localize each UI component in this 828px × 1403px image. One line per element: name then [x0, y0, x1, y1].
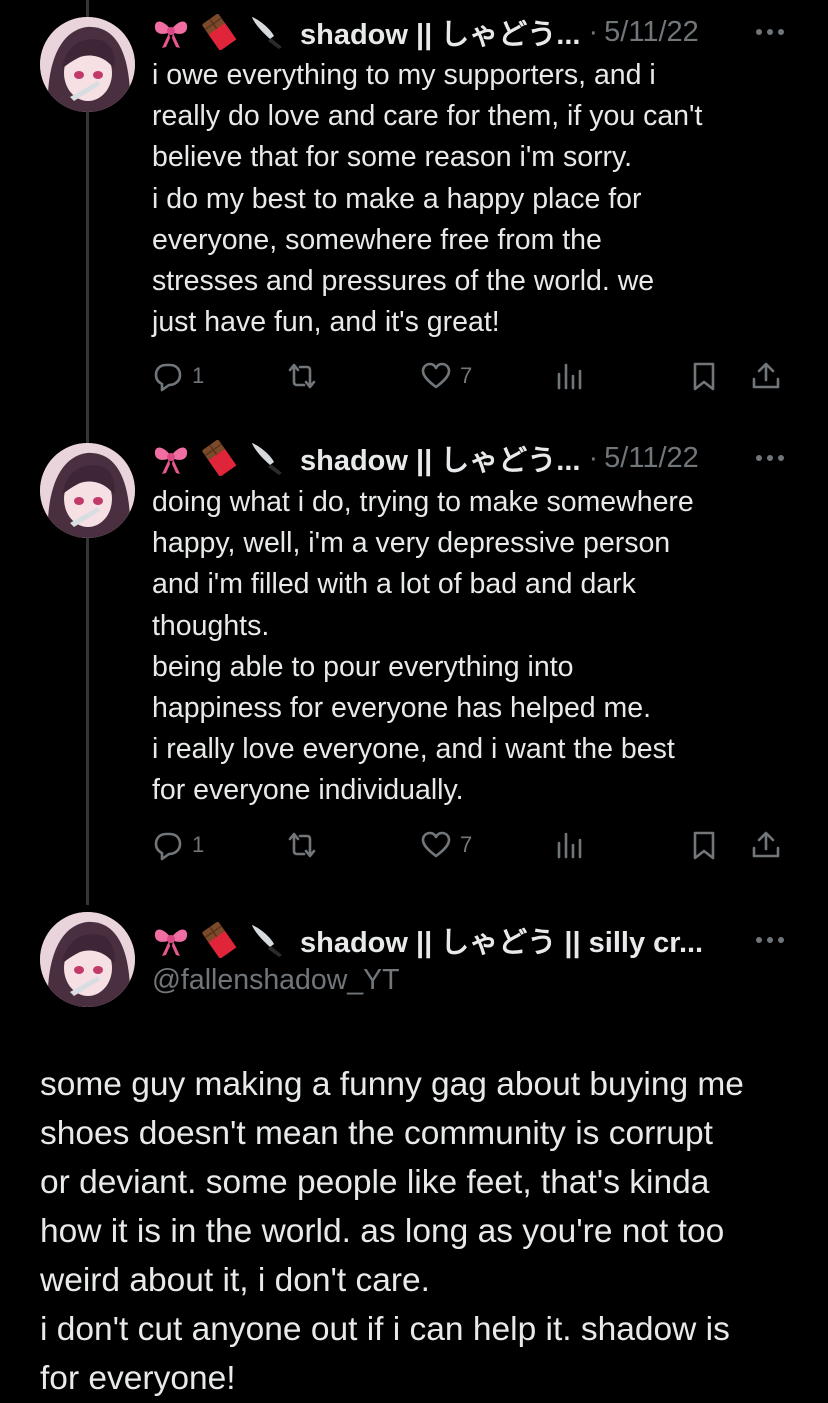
avatar-image: [40, 17, 135, 112]
avatar[interactable]: [40, 17, 135, 112]
bookmark-icon: [693, 362, 715, 391]
more-options-icon[interactable]: [752, 12, 788, 52]
bookmark-icon: [693, 831, 715, 860]
bookmark-button[interactable]: [688, 356, 720, 396]
retweet-button[interactable]: [286, 356, 326, 396]
reply-button[interactable]: 1: [152, 825, 204, 865]
more-options-icon[interactable]: [752, 920, 788, 960]
reply-count: 1: [192, 832, 205, 857]
share-button[interactable]: [750, 825, 782, 865]
heart-icon: [421, 831, 451, 858]
analytics-icon: [557, 832, 582, 859]
author-display-name[interactable]: shadow || しゃどう...: [300, 11, 580, 53]
author-handle[interactable]: @fallenshadow_YT: [152, 964, 400, 997]
tweet-text: some guy making a funny gag about buying…: [40, 1066, 744, 1397]
like-button[interactable]: 7: [420, 825, 472, 865]
retweet-icon: [288, 363, 316, 389]
chocolate-bar-icon: [200, 14, 238, 50]
tweet-text: i owe everything to my supporters, and i…: [152, 59, 703, 339]
author-display-name[interactable]: shadow || しゃどう...: [300, 437, 580, 479]
tweet-text: doing what i do, trying to make somewher…: [152, 486, 694, 807]
avatar-image: [40, 912, 135, 1007]
reply-icon: [154, 363, 182, 392]
tweet-actions: 1 7: [152, 825, 792, 865]
tweet-author-row: shadow || しゃどう... · 5/11/22: [152, 12, 699, 52]
bookmark-button[interactable]: [688, 825, 720, 865]
ribbon-icon: [152, 922, 190, 958]
reply-button[interactable]: 1: [152, 356, 204, 396]
share-icon: [752, 362, 780, 389]
views-button[interactable]: [554, 825, 586, 865]
chocolate-bar-icon: [200, 922, 238, 958]
author-display-name[interactable]: shadow || しゃどう || silly cr...: [300, 919, 703, 961]
heart-icon: [421, 362, 451, 389]
separator-dot: ·: [588, 15, 599, 48]
ribbon-icon: [152, 14, 190, 50]
knife-icon: [248, 922, 286, 958]
retweet-button[interactable]: [286, 825, 326, 865]
knife-icon: [248, 14, 286, 50]
reply-count: 1: [192, 363, 205, 388]
tweet-author-row: shadow || しゃどう... · 5/11/22: [152, 438, 699, 478]
like-button[interactable]: 7: [420, 356, 472, 396]
tweet-date[interactable]: 5/11/22: [604, 16, 699, 49]
avatar[interactable]: [40, 443, 135, 538]
separator-dot: ·: [588, 441, 599, 474]
ribbon-icon: [152, 440, 190, 476]
knife-icon: [248, 440, 286, 476]
analytics-icon: [557, 363, 582, 390]
more-options-icon[interactable]: [752, 438, 788, 478]
views-button[interactable]: [554, 356, 586, 396]
tweet-author-row: shadow || しゃどう || silly cr...: [152, 920, 703, 960]
avatar-image: [40, 443, 135, 538]
reply-icon: [154, 832, 182, 861]
chocolate-bar-icon: [200, 440, 238, 476]
avatar[interactable]: [40, 912, 135, 1007]
like-count: 7: [460, 363, 473, 388]
tweet-date[interactable]: 5/11/22: [604, 442, 699, 475]
like-count: 7: [460, 832, 473, 857]
share-icon: [752, 831, 780, 858]
share-button[interactable]: [750, 356, 782, 396]
tweet-actions: 1 7: [152, 356, 792, 396]
retweet-icon: [288, 832, 316, 858]
